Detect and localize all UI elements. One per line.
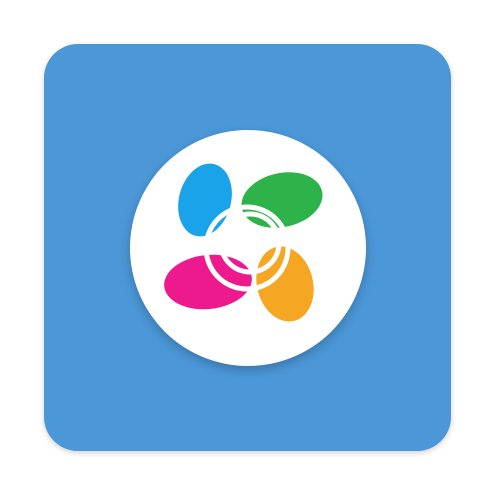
ring-inner: [218, 211, 282, 275]
petal-blue: [178, 163, 232, 237]
petal-orange: [256, 246, 314, 322]
ezviz-logo-icon: [164, 163, 323, 322]
icon-canvas: [0, 0, 495, 495]
